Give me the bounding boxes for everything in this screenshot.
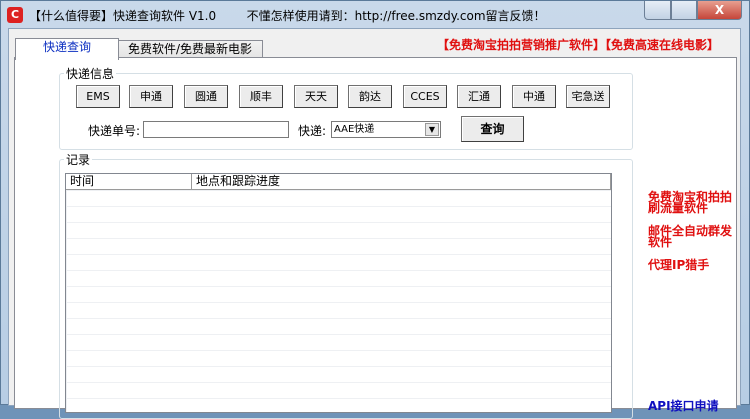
tab-panel: 快递信息 EMS 申通 圆通 顺丰 天天 韵达 CCES 汇通 中通 宅急送 快… (14, 57, 738, 419)
express-info-group: 快递信息 EMS 申通 圆通 顺丰 天天 韵达 CCES 汇通 中通 宅急送 快… (59, 65, 633, 150)
courier-button-zto[interactable]: 中通 (512, 85, 556, 108)
courier-button-sto[interactable]: 申通 (129, 85, 173, 108)
tracking-number-input[interactable] (143, 121, 289, 138)
records-list[interactable]: 时间 地点和跟踪进度 (65, 173, 612, 413)
query-button[interactable]: 查询 (461, 116, 524, 142)
window-title: 【什么值得要】快递查询软件 V1.0 不懂怎样使用请到：http://free.… (29, 9, 546, 23)
close-button[interactable]: X (697, 1, 742, 20)
courier-button-ems[interactable]: EMS (76, 85, 120, 108)
courier-button-yto[interactable]: 圆通 (184, 85, 228, 108)
tracking-number-label: 快递单号: (88, 124, 141, 138)
column-header-location[interactable]: 地点和跟踪进度 (192, 174, 611, 190)
group-label: 记录 (64, 151, 93, 168)
courier-button-tiantian[interactable]: 天天 (294, 85, 338, 108)
courier-select[interactable]: AAE快递 ▼ (331, 121, 441, 138)
title-bar: C 【什么值得要】快递查询软件 V1.0 不懂怎样使用请到：http://fre… (1, 1, 749, 28)
chevron-down-icon[interactable]: ▼ (425, 123, 439, 136)
records-group: 记录 时间 地点和跟踪进度 (59, 151, 633, 419)
side-link-api[interactable]: API接口申请 (648, 400, 738, 412)
tab-express-query[interactable]: 快递查询 (15, 38, 119, 60)
app-icon: C (7, 7, 23, 23)
courier-button-yunda[interactable]: 韵达 (348, 85, 392, 108)
minimize-button[interactable] (644, 1, 671, 20)
maximize-button[interactable] (671, 1, 697, 20)
side-link-email[interactable]: 邮件全自动群发软件 (648, 225, 738, 248)
courier-button-zjs[interactable]: 宅急送 (566, 85, 610, 108)
courier-label: 快递: (298, 124, 327, 138)
column-header-time[interactable]: 时间 (66, 174, 192, 190)
group-label: 快递信息 (64, 65, 117, 82)
side-link-proxy[interactable]: 代理IP猎手 (648, 259, 738, 271)
courier-button-cces[interactable]: CCES (403, 85, 447, 108)
client-area: 快递查询 免费软件/免费最新电影 【免费淘宝拍拍营销推广软件】【免费高速在线电影… (8, 28, 741, 419)
ad-top-link[interactable]: 【免费淘宝拍拍营销推广软件】【免费高速在线电影】 (437, 36, 719, 53)
courier-button-sf[interactable]: 顺丰 (239, 85, 283, 108)
courier-button-huitong[interactable]: 汇通 (457, 85, 501, 108)
courier-selected: AAE快递 (334, 124, 375, 135)
side-link-traffic[interactable]: 免费淘宝和拍拍刷流量软件 (648, 191, 738, 214)
app-window: C 【什么值得要】快递查询软件 V1.0 不懂怎样使用请到：http://fre… (0, 0, 750, 419)
